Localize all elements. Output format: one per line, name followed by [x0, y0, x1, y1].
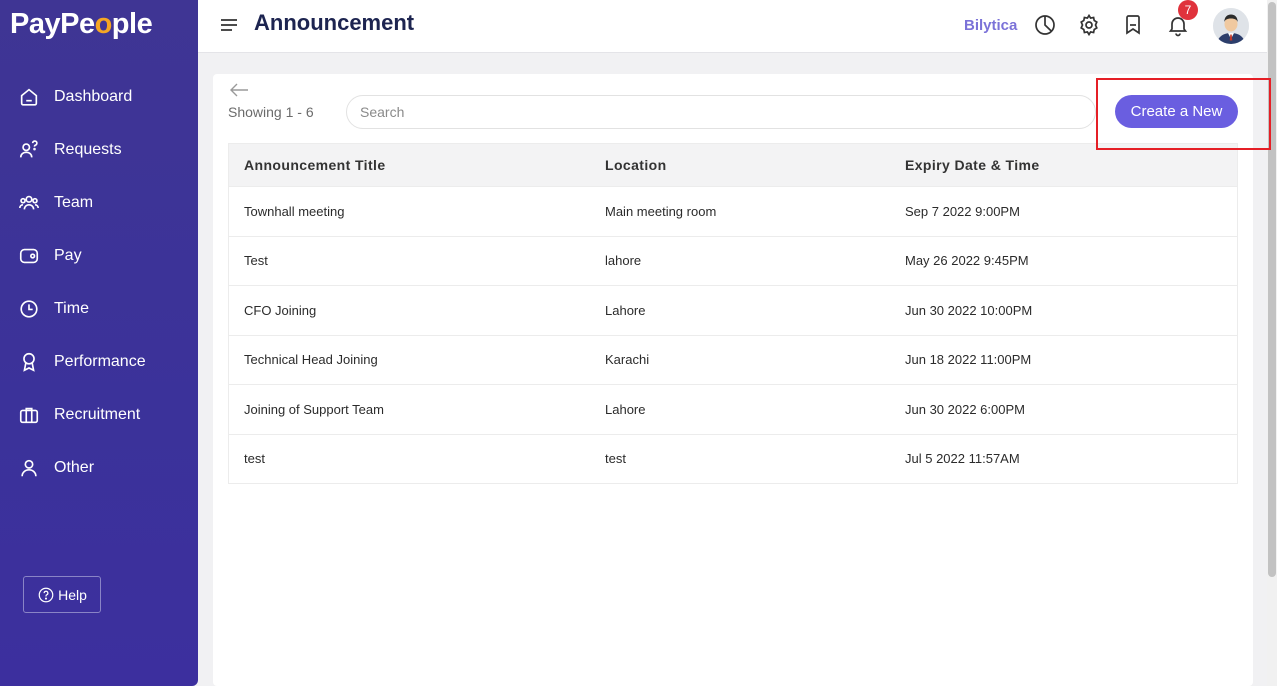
brand-text-2: ple	[111, 8, 153, 40]
sidebar-item-label: Recruitment	[54, 405, 141, 423]
team-icon	[19, 195, 39, 209]
table-row[interactable]: Townhall meeting Main meeting room Sep 7…	[229, 186, 1237, 236]
cell-location: Main meeting room	[605, 203, 717, 219]
hamburger-menu-icon[interactable]	[220, 16, 238, 34]
cell-expiry: Jul 5 2022 11:57AM	[905, 451, 1020, 467]
sidebar-item-recruitment[interactable]: Recruitment	[0, 388, 198, 441]
cell-title: CFO Joining	[244, 302, 317, 318]
cell-title: Technical Head Joining	[244, 352, 378, 368]
gear-icon[interactable]	[1077, 13, 1101, 37]
back-arrow-icon[interactable]	[229, 82, 249, 98]
help-button[interactable]: Help	[23, 576, 101, 613]
sidebar-item-time[interactable]: Time	[0, 282, 198, 335]
sidebar-item-label: Dashboard	[54, 87, 133, 105]
award-icon	[23, 352, 35, 372]
sidebar-item-performance[interactable]: Performance	[0, 335, 198, 388]
top-header: Announcement Bilytica 7	[198, 0, 1267, 53]
pie-chart-icon[interactable]	[1033, 13, 1057, 37]
page-title: Announcement	[254, 10, 415, 35]
cell-expiry: May 26 2022 9:45PM	[905, 253, 1029, 269]
cell-expiry: Jun 18 2022 11:00PM	[905, 352, 1032, 368]
sidebar-item-team[interactable]: Team	[0, 176, 198, 229]
clock-icon	[20, 299, 38, 318]
sidebar-item-pay[interactable]: Pay	[0, 229, 198, 282]
cell-expiry: Sep 7 2022 9:00PM	[905, 203, 1020, 219]
announcement-card: Showing 1 - 6 Create a New Announcement …	[213, 74, 1253, 686]
page-scrollbar[interactable]	[1267, 0, 1277, 686]
create-new-button[interactable]: Create a New	[1115, 95, 1238, 128]
table-row[interactable]: Test lahore May 26 2022 9:45PM	[229, 235, 1237, 286]
wallet-icon	[19, 248, 39, 263]
sidebar-item-label: Pay	[54, 246, 82, 264]
user-avatar-icon	[1213, 8, 1249, 44]
cell-title: test	[244, 451, 265, 467]
showing-count: Showing 1 - 6	[228, 104, 314, 120]
column-header-location[interactable]: Location	[590, 157, 890, 173]
cell-location: Lahore	[605, 302, 646, 318]
avatar[interactable]	[1213, 8, 1249, 44]
help-icon	[38, 587, 54, 602]
cell-location: lahore	[605, 253, 642, 269]
sidebar-nav: Dashboard Requests Team Pay Time Perform…	[0, 70, 198, 494]
sidebar-item-label: Requests	[54, 140, 122, 158]
help-label: Help	[58, 586, 87, 603]
brand-text-o: o	[94, 8, 113, 40]
cell-title: Townhall meeting	[244, 203, 345, 219]
brand-logo[interactable]: PayPeople	[10, 8, 153, 41]
table-row[interactable]: CFO Joining Lahore Jun 30 2022 10:00PM	[229, 285, 1237, 335]
table-row[interactable]: Joining of Support Team Lahore Jun 30 20…	[229, 384, 1237, 434]
cell-expiry: Jun 30 2022 6:00PM	[905, 401, 1025, 417]
sidebar-item-label: Time	[54, 299, 89, 317]
user-icon	[21, 459, 37, 476]
sidebar-item-requests[interactable]: Requests	[0, 123, 198, 176]
notification-badge: 7	[1178, 0, 1198, 20]
cell-expiry: Jun 30 2022 10:00PM	[905, 302, 1033, 318]
cell-location: test	[605, 451, 626, 467]
cell-location: Karachi	[605, 352, 650, 368]
cell-title: Joining of Support Team	[244, 401, 384, 417]
home-icon	[20, 88, 38, 106]
cell-location: Lahore	[605, 401, 646, 417]
sidebar-item-label: Team	[54, 193, 94, 211]
table-row[interactable]: test test Jul 5 2022 11:57AM	[229, 433, 1237, 484]
column-header-expiry[interactable]: Expiry Date & Time	[890, 157, 1237, 173]
sidebar-item-dashboard[interactable]: Dashboard	[0, 70, 198, 123]
briefcase-icon	[19, 407, 39, 423]
sidebar-item-other[interactable]: Other	[0, 441, 198, 494]
sidebar-item-label: Performance	[54, 352, 146, 370]
scrollbar-thumb[interactable]	[1268, 2, 1276, 577]
table-row[interactable]: Technical Head Joining Karachi Jun 18 20…	[229, 334, 1237, 385]
bookmark-icon[interactable]	[1121, 13, 1145, 37]
search-input[interactable]	[346, 95, 1096, 129]
cell-title: Test	[244, 253, 268, 269]
announcement-table: Announcement Title Location Expiry Date …	[228, 143, 1238, 484]
column-header-title[interactable]: Announcement Title	[229, 157, 590, 173]
brand-text-1: PayPe	[10, 8, 95, 40]
table-header: Announcement Title Location Expiry Date …	[229, 144, 1237, 186]
company-name[interactable]: Bilytica	[964, 17, 1017, 34]
sidebar-item-label: Other	[54, 458, 95, 476]
sidebar: PayPeople Dashboard Requests Team Pay Ti…	[0, 0, 198, 686]
user-question-icon	[19, 139, 38, 157]
